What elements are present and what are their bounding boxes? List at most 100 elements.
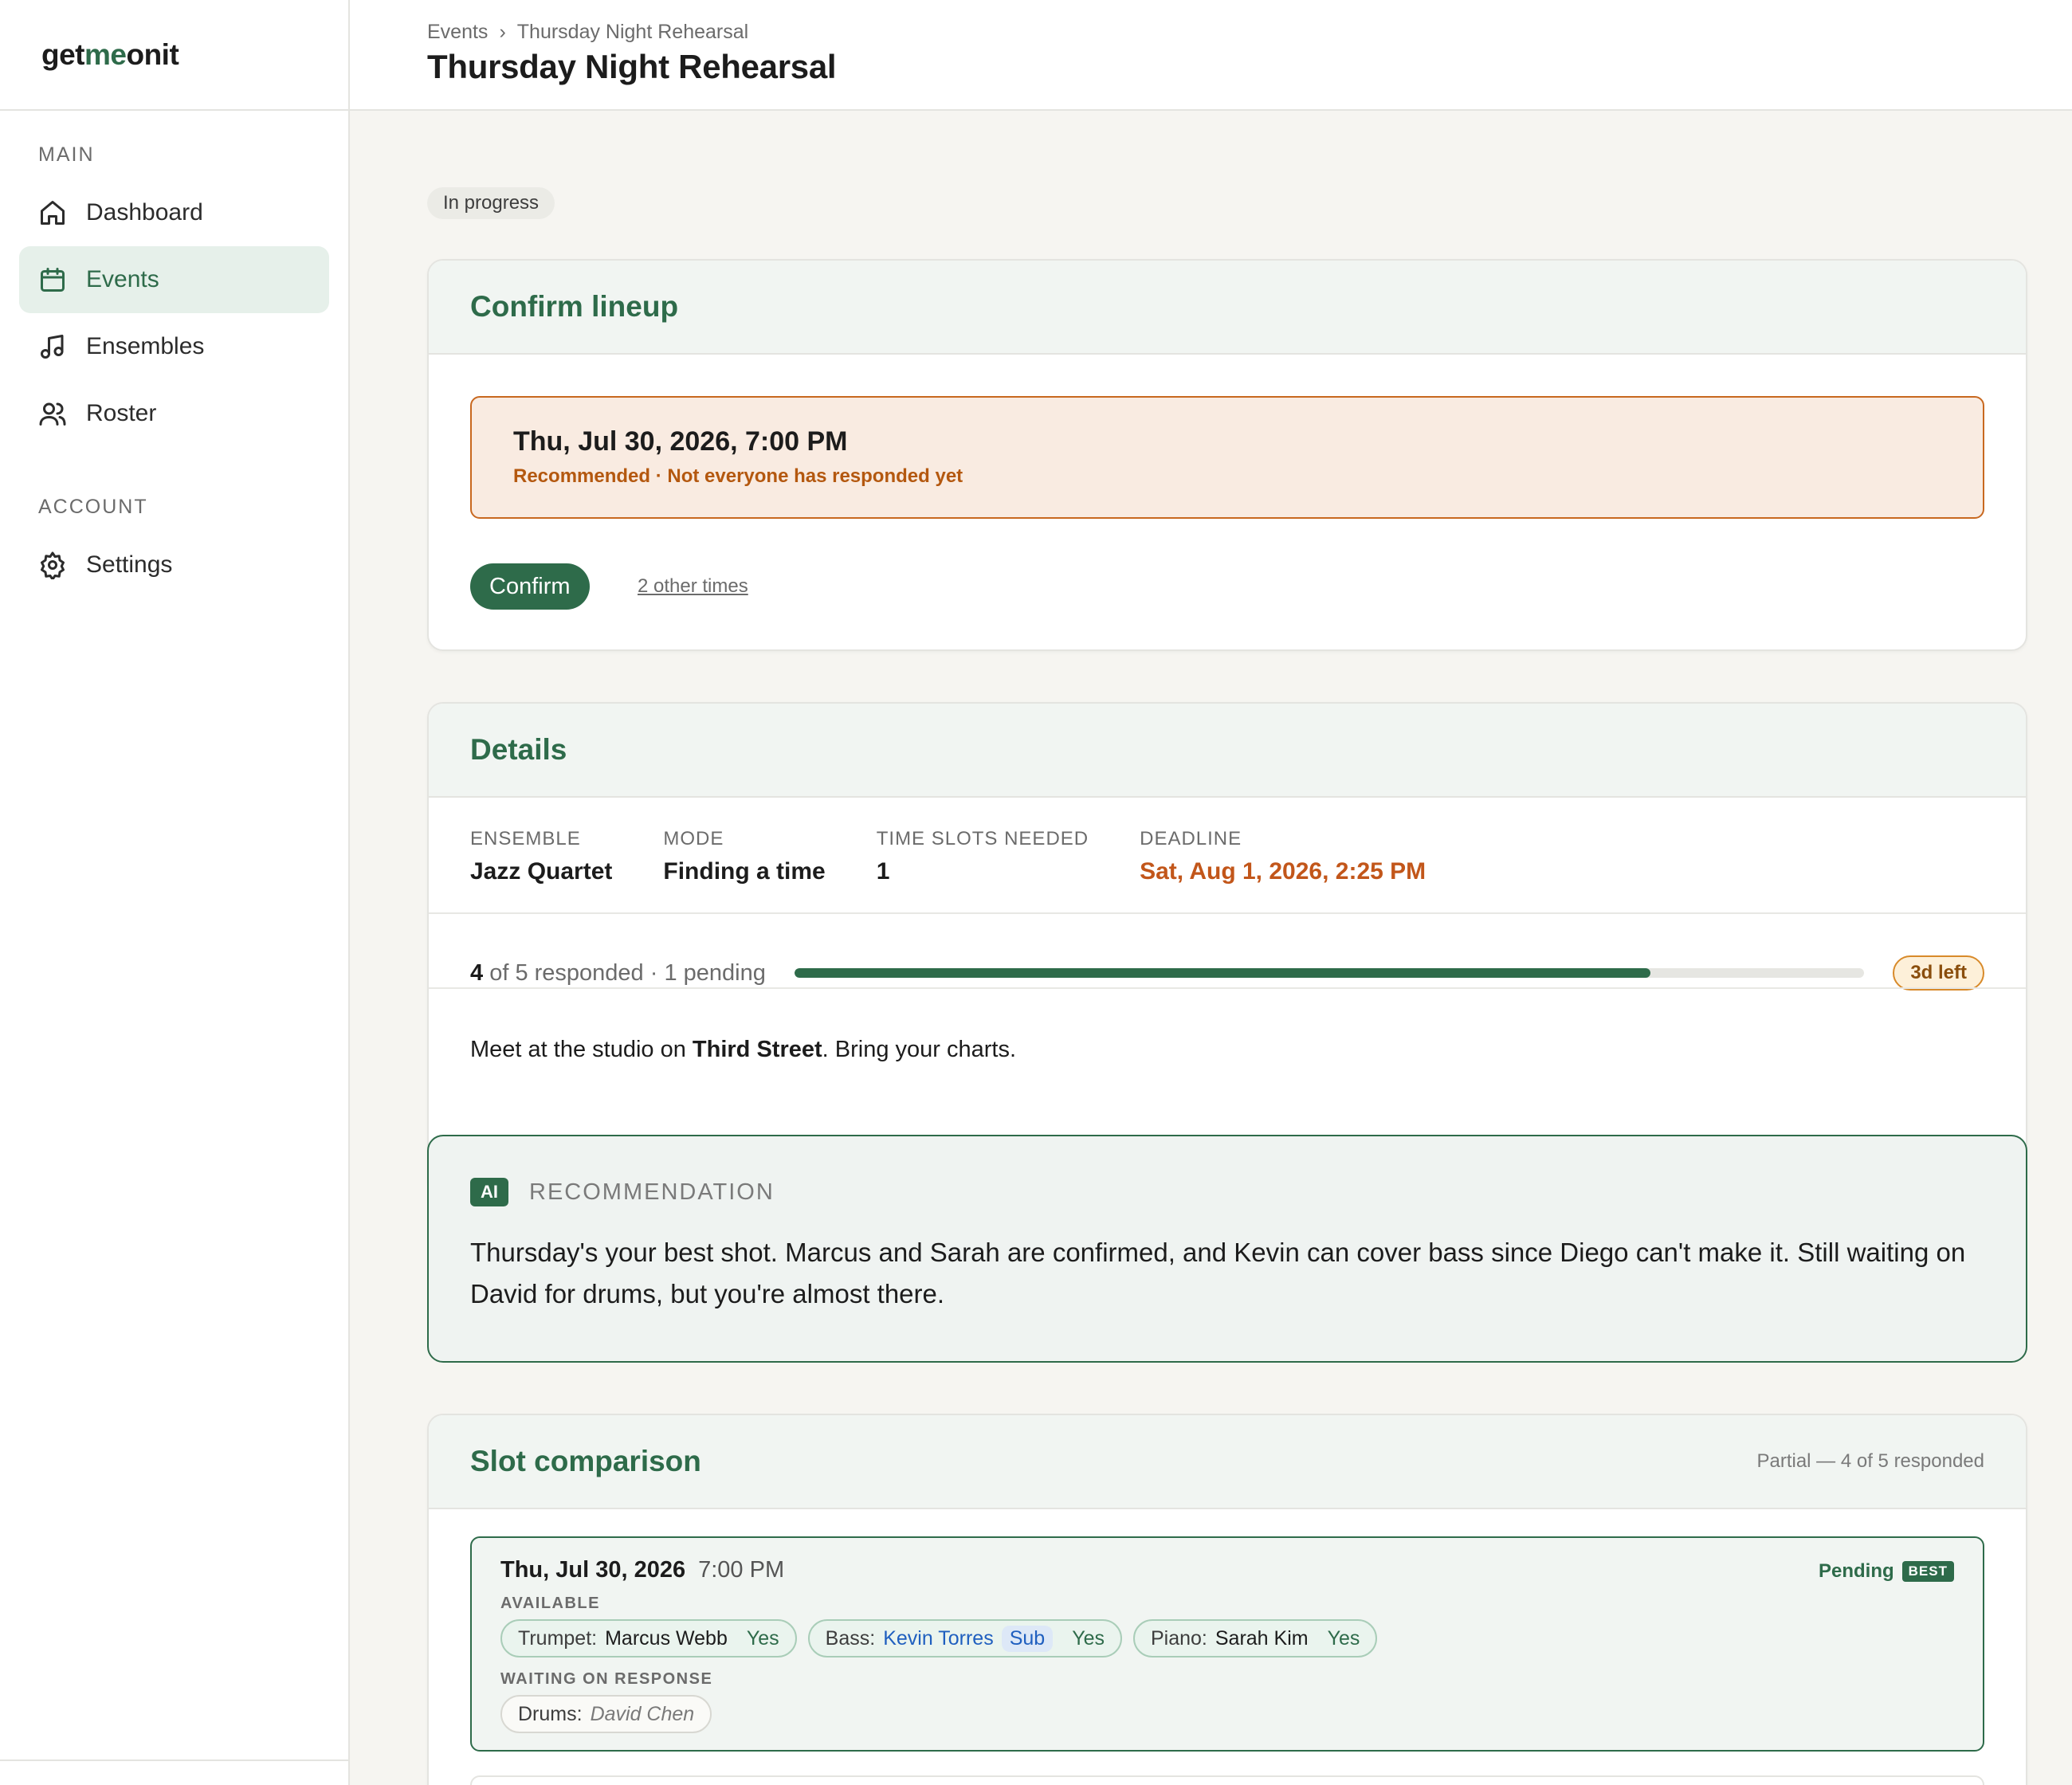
available-label: AVAILABLE [500,1595,600,1612]
slot-option[interactable]: Thu, Jul 30, 2026 7:00 PM Pending BEST AV… [470,1536,1984,1752]
responded-number: 4 [470,959,484,986]
card-header: Slot comparison Partial — 4 of 5 respond… [429,1415,2026,1509]
slot-date: Thu, Jul 30, 2026 [500,1557,686,1583]
users-icon [38,399,67,428]
detail-time-slots: TIME SLOTS NEEDED 1 [877,828,1089,885]
detail-ensemble: ENSEMBLE Jazz Quartet [470,828,612,885]
gear-icon [38,551,67,579]
recommended-date: Thu, Jul 30, 2026, 7:00 PM [513,426,848,457]
status-badge: In progress [427,187,555,219]
member-chip: Trumpet: Marcus Webb Yes [500,1619,797,1658]
response-progress-row: 4 of 5 responded · 1 pending 3d left [470,936,1984,1010]
ai-label: RECOMMENDATION [529,1179,775,1205]
best-tag: BEST [1901,1561,1954,1582]
member-role: Drums: [518,1702,583,1725]
member-chip: Piano: Sarah Kim Yes [1132,1619,1378,1658]
card-title: Confirm lineup [470,290,679,323]
calendar-icon [38,265,67,294]
slot-comparison-card: Slot comparison Partial — 4 of 5 respond… [427,1414,2027,1785]
member-answer: Yes [1327,1626,1360,1650]
detail-value: 1 [876,858,890,885]
notes-text: . Bring your charts. [822,1037,1017,1062]
sidebar-item-dashboard[interactable]: Dashboard [19,179,329,246]
ai-badge: AI [470,1178,508,1206]
slot-status: Pending BEST [1819,1560,1954,1583]
divider [429,987,2026,989]
music-note-icon [38,332,67,361]
event-notes: Meet at the studio on Third Street. Brin… [470,1037,1016,1063]
notes-location: Third Street [692,1037,822,1062]
member-chip: Drums: David Chen [500,1695,712,1733]
member-role: Piano: [1150,1626,1207,1650]
member-name: Sarah Kim [1215,1626,1309,1650]
response-progress-bar [794,968,1865,978]
sidebar-item-label: Ensembles [86,333,205,359]
member-name: Marcus Webb [605,1626,728,1650]
waiting-chips: Drums: David Chen [500,1695,1954,1733]
other-times-link[interactable]: 2 other times [638,575,748,598]
member-name: David Chen [590,1702,695,1725]
slot-datetime: Thu, Jul 30, 2026 7:00 PM [500,1557,1954,1583]
recommended-time-box[interactable]: Thu, Jul 30, 2026, 7:00 PM Recommended ·… [470,396,1984,519]
sidebar-item-label: Dashboard [86,199,203,226]
card-title: Slot comparison [470,1445,701,1477]
sidebar-item-label: Settings [86,551,173,578]
page-header: Events › Thursday Night Rehearsal Thursd… [350,0,2072,111]
member-role: Bass: [825,1626,876,1650]
waiting-label: WAITING ON RESPONSE [500,1670,713,1688]
detail-value: Finding a time [663,858,826,885]
sidebar-footer-divider [0,1760,348,1761]
sidebar: get me onit MAIN Dashboard Events Ensemble… [0,0,350,1785]
detail-deadline: DEADLINE Sat, Aug 1, 2026, 2:25 PM [1140,828,1426,885]
card-header: Confirm lineup [429,261,2026,355]
available-chips: Trumpet: Marcus Webb Yes Bass: Kevin Tor… [500,1619,1954,1658]
brand-suffix: onit [126,37,179,71]
sidebar-item-label: Roster [86,400,157,426]
detail-mode: MODE Finding a time [663,828,825,885]
sidebar-item-roster[interactable]: Roster [19,380,329,447]
recommended-subtitle: Recommended · Not everyone has responded… [513,465,963,487]
response-progress-fill [794,968,1650,978]
card-title: Details [470,733,567,766]
sidebar-item-label: Events [86,266,159,292]
detail-label: MODE [663,828,724,849]
details-grid: ENSEMBLE Jazz Quartet MODE Finding a tim… [470,828,1477,885]
slot-status-text: Pending [1818,1560,1894,1582]
breadcrumb-current: Thursday Night Rehearsal [516,21,749,43]
breadcrumb-separator: › [499,21,506,43]
response-summary: Partial — 4 of 5 responded [1756,1450,1984,1472]
nav-section-main: MAIN [38,143,95,166]
confirm-lineup-card: Confirm lineup Thu, Jul 30, 2026, 7:00 P… [427,259,2027,651]
response-count: 4 of 5 responded · 1 pending [470,960,766,987]
slot-option[interactable] [470,1775,1984,1785]
breadcrumb-events-link[interactable]: Events [427,21,488,44]
sidebar-item-events[interactable]: Events [19,246,329,313]
home-icon [38,198,67,227]
member-answer: Yes [746,1626,779,1650]
detail-label: ENSEMBLE [470,828,581,849]
sidebar-item-settings[interactable]: Settings [19,532,329,598]
brand-logo[interactable]: get me onit [0,0,348,111]
responded-rest: of 5 responded · 1 pending [483,959,766,986]
ai-header: AI RECOMMENDATION [470,1178,775,1206]
member-name: Kevin Torres [883,1626,994,1650]
card-header: Details [429,704,2026,798]
confirm-button[interactable]: Confirm [470,563,590,610]
ai-recommendation-text: Thursday's your best shot. Marcus and Sa… [470,1238,1966,1308]
brand-prefix: get [41,37,85,71]
sub-tag: Sub [1001,1625,1054,1652]
breadcrumb: Events › Thursday Night Rehearsal [427,21,748,44]
divider [429,912,2026,914]
days-left-badge: 3d left [1893,955,1984,991]
nav-section-account: ACCOUNT [38,496,148,518]
detail-label: TIME SLOTS NEEDED [876,828,1089,849]
member-chip: Bass: Kevin Torres Sub Yes [807,1619,1122,1658]
brand-accent: me [84,37,127,71]
slot-time: 7:00 PM [698,1557,785,1583]
page-title: Thursday Night Rehearsal [427,48,837,85]
ai-recommendation-card: AI RECOMMENDATION Thursday's your best s… [427,1135,2027,1363]
sidebar-item-ensembles[interactable]: Ensembles [19,313,329,380]
member-role: Trumpet: [518,1626,598,1650]
member-answer: Yes [1072,1626,1105,1650]
details-card: Details ENSEMBLE Jazz Quartet MODE Findi… [427,702,2027,1195]
